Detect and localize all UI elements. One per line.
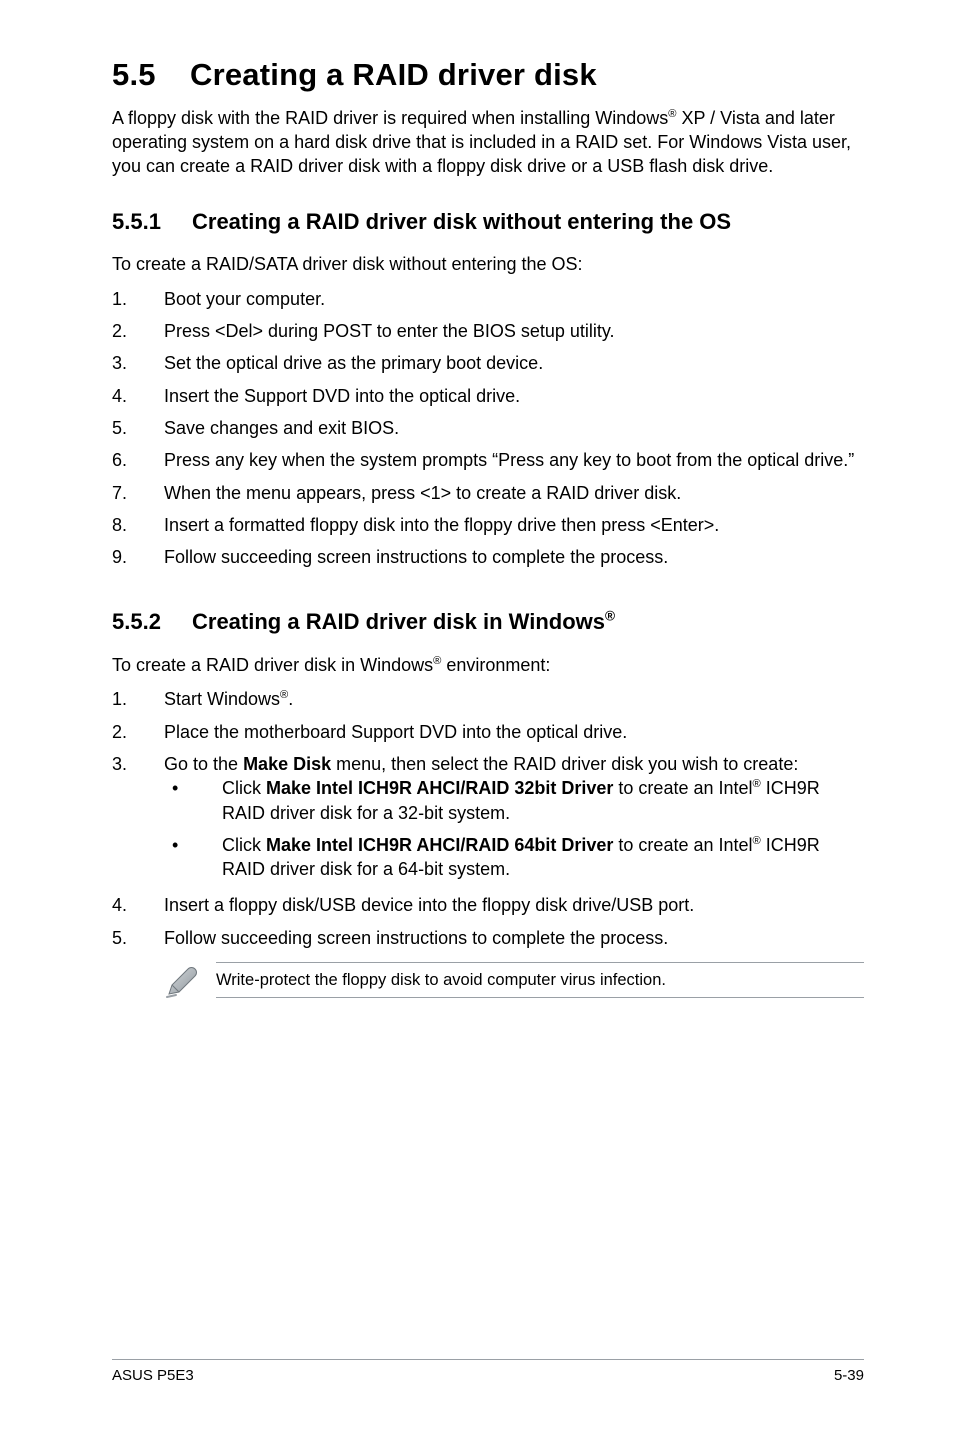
list-item: Insert a floppy disk/USB device into the… <box>112 893 864 917</box>
subsection-number: 5.5.2 <box>112 607 192 637</box>
step-bold: Make Disk <box>243 754 331 774</box>
list-item: Follow succeeding screen instructions to… <box>112 545 864 569</box>
section-number: 5.5 <box>112 54 190 96</box>
list-item: Click Make Intel ICH9R AHCI/RAID 32bit D… <box>164 776 864 825</box>
subsection-lead: To create a RAID driver disk in Windows®… <box>112 653 864 677</box>
subsection-heading: 5.5.1Creating a RAID driver disk without… <box>112 207 864 237</box>
list-item: Save changes and exit BIOS. <box>112 416 864 440</box>
subsection-heading: 5.5.2Creating a RAID driver disk in Wind… <box>112 607 864 637</box>
bullet-bold: Make Intel ICH9R AHCI/RAID 64bit Driver <box>266 835 613 855</box>
list-item: Follow succeeding screen instructions to… <box>112 926 864 950</box>
list-item: When the menu appears, press <1> to crea… <box>112 481 864 505</box>
intro-text: A floppy disk with the RAID driver is re… <box>112 108 851 177</box>
bullet-text: Click <box>222 778 266 798</box>
subsection-title: Creating a RAID driver disk without ente… <box>192 209 731 234</box>
bullet-text: Click <box>222 835 266 855</box>
step-text: Go to the <box>164 754 243 774</box>
list-item: Boot your computer. <box>112 287 864 311</box>
list-item: Press any key when the system prompts “P… <box>112 448 864 472</box>
footer-left: ASUS P5E3 <box>112 1366 194 1386</box>
pencil-icon <box>164 964 200 1006</box>
section-title-text: Creating a RAID driver disk <box>190 57 597 92</box>
list-item: Set the optical drive as the primary boo… <box>112 351 864 375</box>
bullet-bold: Make Intel ICH9R AHCI/RAID 32bit Driver <box>266 778 613 798</box>
note-text: Write-protect the floppy disk to avoid c… <box>216 962 864 998</box>
steps-list: Start Windows®. Place the motherboard Su… <box>112 687 864 881</box>
list-item: Insert the Support DVD into the optical … <box>112 384 864 408</box>
list-item: Start Windows®. <box>112 687 864 711</box>
sub-bullet-list: Click Make Intel ICH9R AHCI/RAID 32bit D… <box>164 776 864 881</box>
list-item: Go to the Make Disk menu, then select th… <box>112 752 864 881</box>
subsection-lead: To create a RAID/SATA driver disk withou… <box>112 252 864 276</box>
intro-paragraph: A floppy disk with the RAID driver is re… <box>112 106 864 179</box>
subsection-title: Creating a RAID driver disk in Windows® <box>192 609 615 634</box>
list-item: Insert a formatted floppy disk into the … <box>112 513 864 537</box>
page-footer: ASUS P5E3 5-39 <box>112 1359 864 1386</box>
step-text: menu, then select the RAID driver disk y… <box>331 754 798 774</box>
subsection-number: 5.5.1 <box>112 207 192 237</box>
page-title: 5.5Creating a RAID driver disk <box>112 54 864 96</box>
steps-list: Boot your computer. Press <Del> during P… <box>112 287 864 570</box>
steps-list: Insert a floppy disk/USB device into the… <box>112 893 864 950</box>
page: 5.5Creating a RAID driver disk A floppy … <box>0 0 954 1438</box>
list-item: Press <Del> during POST to enter the BIO… <box>112 319 864 343</box>
note-box: Write-protect the floppy disk to avoid c… <box>164 962 864 1006</box>
footer-right: 5-39 <box>834 1366 864 1386</box>
list-item: Place the motherboard Support DVD into t… <box>112 720 864 744</box>
list-item: Click Make Intel ICH9R AHCI/RAID 64bit D… <box>164 833 864 882</box>
